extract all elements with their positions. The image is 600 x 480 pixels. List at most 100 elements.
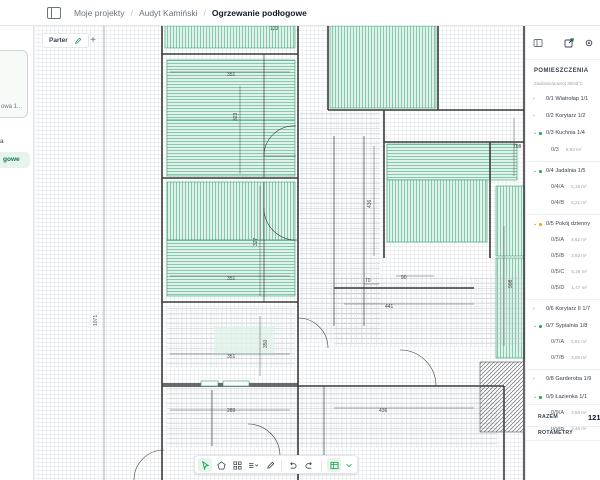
dim-label: 436 (379, 408, 388, 414)
chevron-right-icon[interactable]: › (533, 113, 535, 119)
chevron-down-icon (346, 463, 352, 468)
status-dot-icon (539, 222, 542, 226)
pen-icon (266, 461, 274, 469)
divider (526, 404, 600, 405)
pencil-icon[interactable] (74, 37, 82, 45)
room-name: 0/2 Korytarz 1/2 (546, 113, 586, 120)
zone-item[interactable]: 0/5/A 4,62 m² (551, 237, 587, 243)
status-dot-icon (539, 395, 542, 399)
divider (526, 369, 600, 371)
redo-button[interactable] (302, 458, 316, 472)
table-view-button[interactable] (327, 458, 341, 472)
sidebar-item[interactable]: a (0, 138, 4, 145)
dim-label: 708 (513, 144, 522, 150)
total-value: 121 (588, 413, 600, 422)
breadcrumb-project[interactable]: Audyt Kamiński (139, 8, 198, 18)
zone-name: 0/7/B (551, 355, 565, 362)
dim-label: 90 (401, 275, 407, 281)
zone-item[interactable]: 0/7/A 5,81 m² (551, 339, 587, 345)
chevron-down-icon[interactable]: ⌄ (533, 168, 537, 174)
divider (526, 426, 600, 427)
top-bar: Moje projekty / Audyt Kamiński / Ogrzewa… (0, 0, 600, 26)
polygon-icon (216, 460, 226, 470)
zone-area: 5,81 m² (571, 339, 587, 345)
zone-area: 1,47 m² (571, 285, 587, 290)
zone-item[interactable]: 0/7/B 3,69 m² (551, 355, 587, 361)
dim-label: 351 (227, 276, 236, 282)
panel-tabs (526, 26, 600, 60)
breadcrumb-separator: / (130, 7, 133, 18)
rooms-panel: POMIESZCZENIA Zasilanie/powrót 35/30°C ›… (525, 26, 600, 480)
status-dot-icon (539, 132, 542, 136)
drawing-toolbar (194, 455, 358, 474)
chevron-right-icon[interactable]: › (533, 96, 535, 102)
dim-label: 908 (508, 279, 514, 288)
divider (526, 299, 600, 300)
grid-tool-button[interactable] (230, 458, 244, 472)
gear-icon[interactable] (584, 38, 594, 48)
zone-name: 0/5/B (551, 253, 565, 259)
select-tool-button[interactable] (198, 458, 212, 472)
zone-item[interactable]: 0/4/B 6,21 m² (551, 200, 587, 206)
zone-area: 3,93 m² (571, 253, 587, 258)
zone-name: 0/7/A (551, 339, 565, 346)
status-dot-icon (539, 325, 542, 329)
sidebar-toggle-icon[interactable] (47, 6, 61, 19)
dim-label: 351 (227, 72, 236, 78)
zone-item[interactable]: 0/5/D 1,47 m² (551, 285, 587, 291)
room-name: 0/6 Korytarz II 1/7 (546, 306, 591, 312)
panel-subtitle: Zasilanie/powrót 35/30°C (534, 81, 584, 86)
export-icon[interactable] (564, 38, 574, 48)
chevron-down-icon[interactable]: ⌄ (533, 323, 537, 329)
zone-area: 6,93 m² (565, 146, 582, 152)
floor-plan-canvas[interactable]: 1071 123 351 323 327 351 351 350 289 436… (34, 26, 600, 480)
draw-tool-button[interactable] (263, 458, 277, 472)
zone-item[interactable]: 0/4/A 5,18 m² (551, 184, 587, 190)
zone-name: 0/4/B (551, 199, 565, 206)
rotameters-label[interactable]: ROTAMETRY (538, 430, 573, 436)
layers-tool-button[interactable] (246, 458, 260, 472)
breadcrumb-separator: / (203, 7, 206, 18)
zone-item[interactable]: 0/5/C 5,26 m² (551, 269, 587, 275)
layers-dropdown-icon (248, 462, 258, 468)
chevron-down-icon[interactable]: ⌄ (533, 394, 537, 400)
redo-icon (305, 461, 312, 469)
sidebar-project-card[interactable]: owa 1... (0, 50, 28, 118)
breadcrumb: Moje projekty / Audyt Kamiński / Ogrzewa… (74, 8, 307, 18)
chevron-down-icon[interactable]: ⌄ (533, 221, 537, 227)
toolbar-divider (321, 460, 322, 471)
zone-item[interactable]: 0/5/B 3,93 m² (551, 253, 587, 259)
collapse-panel-icon[interactable] (533, 38, 543, 48)
chevron-down-icon[interactable]: ⌄ (533, 130, 537, 136)
dim-label: 70 (365, 278, 371, 284)
panel-title: POMIESZCZENIA (534, 68, 589, 74)
toolbar-divider (281, 460, 282, 471)
total-label: RAZEM (538, 414, 558, 420)
room-name: 0/5 Pokój dzienny (546, 220, 591, 227)
dim-label: 323 (233, 112, 239, 121)
add-floor-button[interactable]: + (86, 33, 100, 48)
zone-area: 3,69 m² (571, 355, 587, 361)
zone-name: 0/4/A (551, 183, 565, 190)
dim-label: 327 (253, 237, 259, 246)
polygon-tool-button[interactable] (214, 458, 228, 472)
left-sidebar: owa 1... a gowe (0, 26, 34, 480)
chevron-right-icon[interactable]: › (533, 376, 535, 382)
table-view-dropdown[interactable] (342, 458, 356, 472)
zone-area: 4,62 m² (571, 237, 587, 242)
zone-item[interactable]: 0/3 6,93 m² (551, 147, 581, 153)
zone-name: 0/3 (551, 146, 559, 153)
chevron-right-icon[interactable]: › (533, 306, 535, 312)
grid-icon (233, 461, 241, 469)
floor-tab-label: Parter (49, 37, 68, 44)
undo-button[interactable] (285, 458, 299, 472)
breadcrumb-projects[interactable]: Moje projekty (74, 8, 125, 18)
dim-label: 351 (227, 354, 236, 360)
zone-area: 6,21 m² (571, 199, 587, 205)
divider (526, 160, 600, 162)
zone-area: 5,26 m² (571, 269, 587, 274)
room-name: 0/4 Jadalnia 1/5 (546, 167, 586, 174)
zone-name: 0/5/C (551, 269, 565, 275)
sidebar-item-active[interactable]: gowe (0, 152, 30, 168)
floor-tab-parter[interactable]: Parter (42, 33, 89, 48)
